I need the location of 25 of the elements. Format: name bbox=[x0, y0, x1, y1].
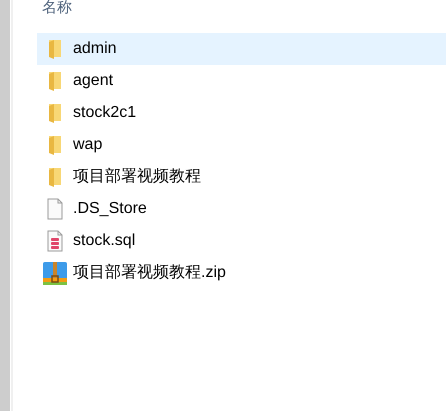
file-name: stock2c1 bbox=[73, 103, 136, 123]
folder-icon bbox=[48, 39, 62, 59]
file-row[interactable]: wap bbox=[37, 129, 446, 161]
column-header[interactable]: 名称 bbox=[42, 0, 446, 16]
file-row[interactable]: 项目部署视频教程.zip bbox=[37, 257, 446, 289]
file-name: .DS_Store bbox=[73, 199, 147, 219]
file-row[interactable]: agent bbox=[37, 65, 446, 97]
file-row[interactable]: 项目部署视频教程 bbox=[37, 161, 446, 193]
file-row[interactable]: admin bbox=[37, 33, 446, 65]
file-row[interactable]: stock.sql bbox=[37, 225, 446, 257]
folder-icon bbox=[48, 167, 62, 187]
archive-icon bbox=[43, 261, 67, 285]
file-row[interactable]: .DS_Store bbox=[37, 193, 446, 225]
file-name: 项目部署视频教程.zip bbox=[73, 262, 226, 283]
file-name: agent bbox=[73, 71, 114, 91]
file-name: stock.sql bbox=[73, 231, 136, 251]
file-row[interactable]: stock2c1 bbox=[37, 97, 446, 129]
database-file-icon bbox=[47, 230, 63, 252]
file-name: admin bbox=[73, 39, 117, 59]
folder-icon bbox=[48, 71, 62, 91]
file-name: wap bbox=[73, 135, 102, 155]
file-name: 项目部署视频教程 bbox=[73, 166, 201, 187]
folder-icon bbox=[48, 135, 62, 155]
document-icon bbox=[47, 198, 63, 220]
folder-icon bbox=[48, 103, 62, 123]
